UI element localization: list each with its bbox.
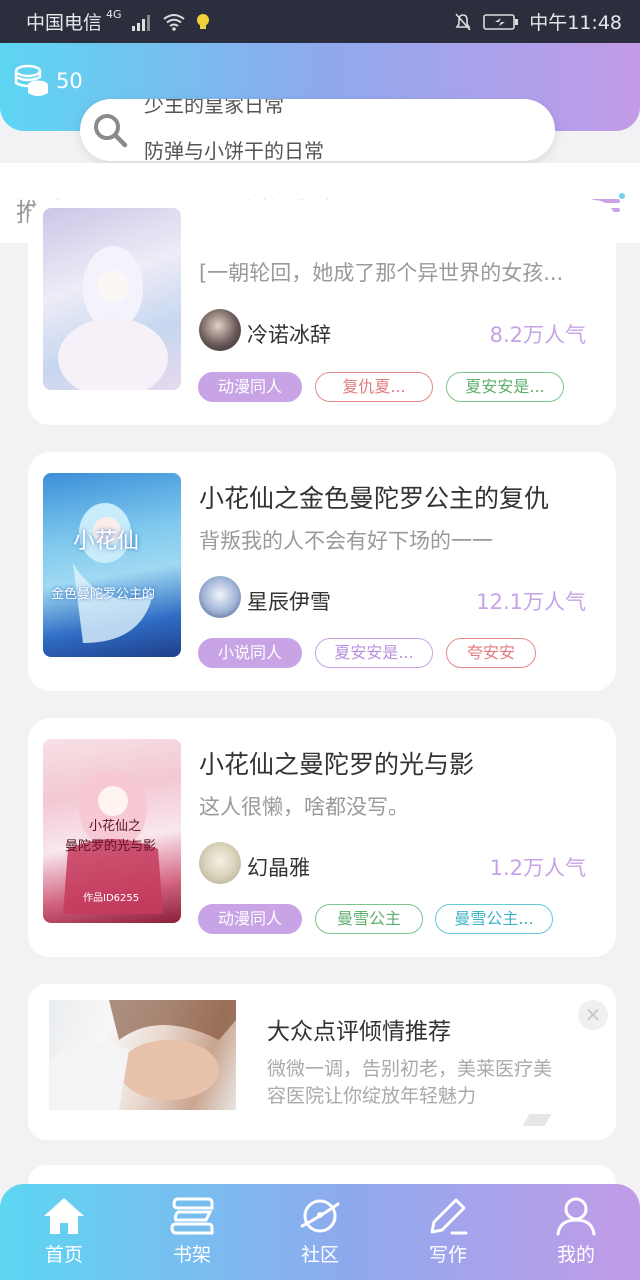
network-type: 4G [106, 8, 122, 21]
book-card[interactable]: 小花仙 金色曼陀罗公主的 小花仙之金色曼陀罗公主的复仇 背叛我的人不会有好下场的… [28, 452, 616, 691]
tag[interactable]: 夏安安是... [446, 372, 564, 402]
planet-icon [300, 1199, 340, 1233]
signal-icon [131, 14, 150, 31]
tag[interactable]: 动漫同人 [198, 904, 302, 934]
bottom-nav: 首页 书架 社区 写作 我的 [0, 1184, 640, 1280]
user-icon [556, 1197, 596, 1236]
popularity: 1.2万人气 [489, 856, 586, 880]
book-description: 这人很懒，啥都没写。 [199, 795, 409, 819]
popularity: 8.2万人气 [489, 323, 586, 347]
battery-icon [483, 13, 519, 30]
cover-subtitle: 金色曼陀罗公主的 [51, 587, 156, 602]
cover-subtitle: 曼陀罗的光与影 [65, 839, 157, 854]
ad-title[interactable]: 大众点评倾情推荐 [267, 1012, 451, 1046]
book-cover[interactable]: 小花仙 金色曼陀罗公主的 [43, 473, 181, 657]
cover-id: 作品ID6255 [83, 893, 140, 904]
popularity: 12.1万人气 [476, 590, 586, 614]
book-title[interactable]: 小花仙之金色曼陀罗公主的复仇 [199, 479, 549, 515]
avatar[interactable] [199, 576, 241, 618]
book-cover[interactable] [43, 208, 181, 390]
nav-bookshelf[interactable]: 书架 [147, 1196, 237, 1267]
coin-count: 50 [56, 69, 83, 93]
home-icon [44, 1198, 84, 1234]
book-description: [一朝轮回，她成了那个异世界的女孩... [199, 261, 564, 285]
nav-community[interactable]: 社区 [275, 1196, 365, 1267]
tag[interactable]: 夏安安是... [315, 638, 433, 668]
ad-card[interactable]: 大众点评倾情推荐 微微一调，告别初老，美莱医疗美容医院让你绽放年轻魅力 × [28, 984, 616, 1140]
ad-description: 微微一调，告别初老，美莱医疗美容医院让你绽放年轻魅力 [267, 1058, 553, 1107]
nav-label: 我的 [556, 1244, 595, 1266]
carrier-label: 中国电信 [26, 12, 103, 34]
nav-label: 写作 [428, 1244, 467, 1266]
tag[interactable]: 复仇夏... [315, 372, 433, 402]
avatar[interactable] [199, 842, 241, 884]
cover-title: 小花仙之 [89, 819, 142, 834]
pen-icon [430, 1198, 468, 1235]
search-bar[interactable]: 少主的皇家日常 防弹与小饼干的日常 [80, 99, 555, 161]
avatar[interactable] [199, 309, 241, 351]
search-hint-previous: 少主的皇家日常 [144, 99, 284, 117]
book-card[interactable]: [一朝轮回，她成了那个异世界的女孩... 冷诺冰辞 8.2万人气 动漫同人 复仇… [28, 200, 616, 425]
ad-image[interactable] [49, 1000, 236, 1110]
status-bar: 中国电信 4G 中午11:48 [0, 0, 640, 43]
search-hint: 防弹与小饼干的日常 [144, 139, 324, 161]
tag[interactable]: 夸安安 [446, 638, 536, 668]
nav-home[interactable]: 首页 [19, 1196, 109, 1267]
author-name[interactable]: 冷诺冰辞 [247, 319, 331, 349]
bookshelf-icon [170, 1197, 214, 1235]
mute-bell-icon [455, 12, 471, 31]
coin-stack-icon [14, 64, 48, 96]
tag[interactable]: 曼雪公主 [315, 904, 423, 934]
cover-title: 小花仙 [73, 529, 140, 554]
nav-write[interactable]: 写作 [403, 1196, 493, 1267]
ad-close-button[interactable]: × [578, 1000, 608, 1030]
tag[interactable]: 动漫同人 [198, 372, 302, 402]
ad-badge-icon [522, 1114, 552, 1126]
author-name[interactable]: 幻晶雅 [247, 852, 310, 882]
book-cover[interactable]: 小花仙之 曼陀罗的光与影 作品ID6255 [43, 739, 181, 923]
notification-bulb-icon [196, 13, 209, 29]
nav-label: 书架 [172, 1244, 211, 1266]
tag[interactable]: 小说同人 [198, 638, 302, 668]
nav-label: 社区 [300, 1244, 339, 1266]
tag[interactable]: 曼雪公主... [435, 904, 553, 934]
book-title[interactable]: 小花仙之曼陀罗的光与影 [199, 745, 474, 781]
book-description: 背叛我的人不会有好下场的一一 [199, 529, 493, 553]
nav-label: 首页 [44, 1244, 83, 1266]
clock: 中午11:48 [529, 12, 622, 34]
search-icon [94, 114, 128, 148]
coin-balance[interactable]: 50 [14, 63, 83, 99]
author-name[interactable]: 星辰伊雪 [247, 586, 331, 616]
nav-profile[interactable]: 我的 [531, 1196, 621, 1267]
book-card[interactable]: 小花仙之 曼陀罗的光与影 作品ID6255 小花仙之曼陀罗的光与影 这人很懒，啥… [28, 718, 616, 957]
wifi-icon [162, 13, 185, 31]
